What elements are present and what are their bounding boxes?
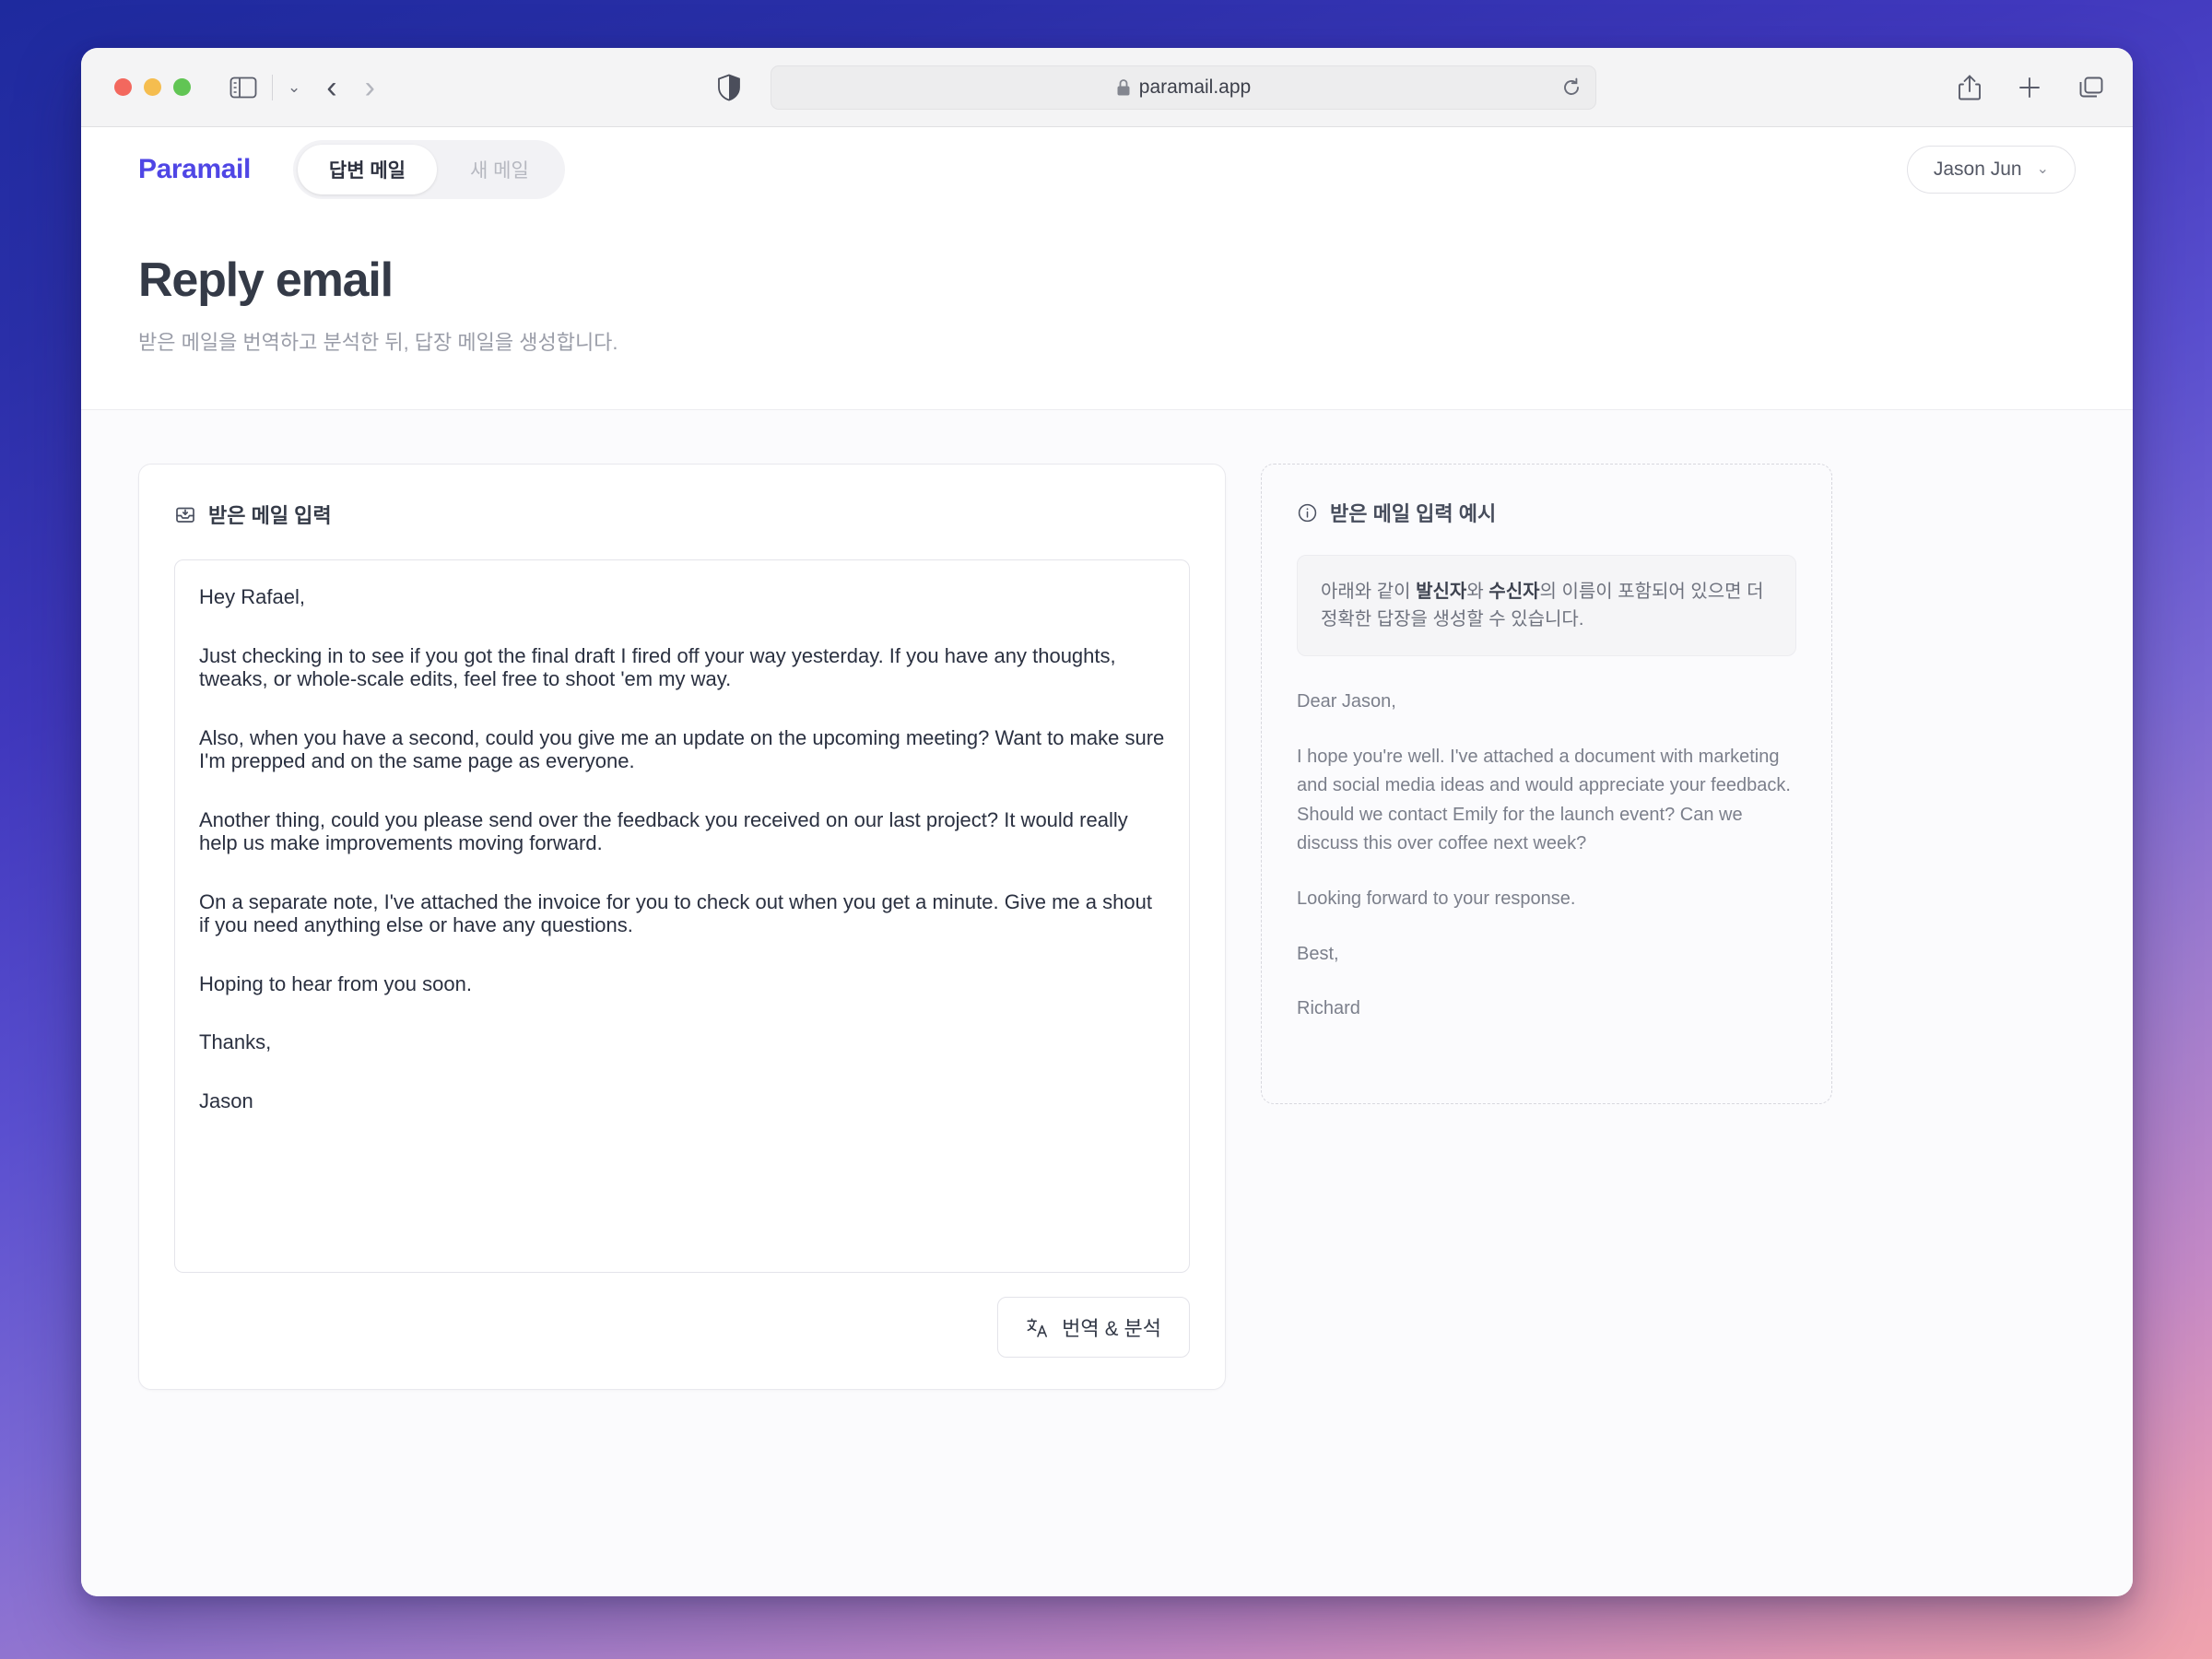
sidebar-icon[interactable] — [229, 76, 257, 100]
received-mail-textarea[interactable]: Hey Rafael, Just checking in to see if y… — [174, 559, 1190, 1273]
mail-paragraph: Another thing, could you please send ove… — [199, 807, 1128, 855]
url-text: paramail.app — [1138, 76, 1252, 98]
example-hint-box: 아래와 같이 발신자와 수신자의 이름이 포함되어 있으면 더 정확한 답장을 … — [1297, 555, 1796, 656]
maximize-window-button[interactable] — [173, 78, 191, 96]
translate-and-analyze-button[interactable]: 번역 & 분석 — [997, 1297, 1190, 1358]
translate-icon — [1026, 1316, 1049, 1339]
example-paragraph: Richard — [1297, 998, 1360, 1019]
example-paragraph: Best, — [1297, 943, 1339, 964]
window-traffic-lights — [114, 78, 191, 96]
example-paragraph: Dear Jason, — [1297, 691, 1396, 712]
received-mail-input-title: 받은 메일 입력 — [174, 500, 1190, 529]
app-header: Paramail 답변 메일 새 메일 Jason Jun ⌄ Reply em… — [81, 127, 2133, 410]
navigation-buttons: ‹ › — [326, 72, 375, 103]
hint-bold-recipient: 수신자 — [1488, 582, 1540, 602]
example-paragraph: I hope you're well. I've attached a docu… — [1297, 746, 1791, 854]
close-window-button[interactable] — [114, 78, 132, 96]
back-button[interactable]: ‹ — [326, 72, 336, 103]
hint-text-part-2: 와 — [1466, 582, 1489, 602]
example-card-label: 받은 메일 입력 예시 — [1330, 502, 1497, 525]
minimize-window-button[interactable] — [144, 78, 161, 96]
example-mail-body: Dear Jason, I hope you're well. I've att… — [1297, 688, 1796, 1024]
mode-tab-group: 답변 메일 새 메일 — [292, 140, 565, 199]
hint-bold-sender: 발신자 — [1416, 582, 1467, 602]
plus-icon[interactable] — [2017, 75, 2042, 100]
forward-button[interactable]: › — [365, 72, 375, 103]
page-subtitle: 받은 메일을 번역하고 분석한 뒤, 답장 메일을 생성합니다. — [138, 331, 618, 354]
tabs-overview-icon[interactable] — [2077, 75, 2105, 100]
page-header: Reply email 받은 메일을 번역하고 분석한 뒤, 답장 메일을 생성… — [81, 212, 2133, 410]
inbox-icon — [174, 503, 196, 525]
tab-reply-mail[interactable]: 답변 메일 — [297, 145, 438, 194]
mail-paragraph: Also, when you have a second, could you … — [199, 725, 1165, 773]
lock-icon — [1116, 78, 1131, 97]
browser-toolbar: ⌄ ‹ › paramail.app — [81, 48, 2133, 127]
share-icon[interactable] — [1958, 74, 1982, 101]
shield-icon[interactable] — [717, 74, 741, 101]
app-navbar: Paramail 답변 메일 새 메일 Jason Jun ⌄ — [81, 127, 2133, 212]
mail-paragraph: Hey Rafael, — [199, 585, 305, 608]
app-content: Paramail 답변 메일 새 메일 Jason Jun ⌄ Reply em… — [81, 127, 2133, 1596]
chevron-down-icon: ⌄ — [2036, 161, 2049, 177]
mail-paragraph: Thanks, — [199, 1030, 272, 1054]
reload-icon[interactable] — [1560, 76, 1583, 99]
example-card: 받은 메일 입력 예시 아래와 같이 발신자와 수신자의 이름이 포함되어 있으… — [1261, 464, 1832, 1104]
mail-paragraph: Just checking in to see if you got the f… — [199, 643, 1116, 691]
user-menu-button[interactable]: Jason Jun ⌄ — [1906, 146, 2076, 194]
browser-toolbar-right — [1958, 74, 2105, 101]
mail-paragraph: On a separate note, I've attached the in… — [199, 889, 1152, 937]
example-card-title: 받은 메일 입력 예시 — [1297, 498, 1796, 527]
chevron-down-icon[interactable]: ⌄ — [288, 79, 300, 95]
tab-new-mail[interactable]: 새 메일 — [439, 145, 560, 194]
address-bar[interactable]: paramail.app — [771, 65, 1596, 110]
card-actions: 번역 & 분석 — [174, 1297, 1190, 1358]
page-title: Reply email — [138, 253, 394, 307]
translate-and-analyze-label: 번역 & 분석 — [1062, 1317, 1161, 1340]
received-mail-input-card: 받은 메일 입력 Hey Rafael, Just checking in to… — [138, 464, 1226, 1390]
received-mail-input-label: 받은 메일 입력 — [208, 504, 332, 527]
browser-window: ⌄ ‹ › paramail.app Paramail 답변 메일 새 메일 J… — [81, 48, 2133, 1596]
mail-paragraph: Jason — [199, 1088, 253, 1112]
example-paragraph: Looking forward to your response. — [1297, 888, 1576, 909]
app-logo[interactable]: Paramail — [138, 154, 251, 185]
hint-text-part-1: 아래와 같이 — [1321, 582, 1417, 602]
user-name: Jason Jun — [1933, 159, 2022, 180]
mail-paragraph: Hoping to hear from you soon. — [199, 971, 472, 995]
info-icon — [1297, 502, 1318, 524]
toolbar-divider — [272, 74, 273, 100]
main-columns: 받은 메일 입력 Hey Rafael, Just checking in to… — [81, 410, 2133, 1596]
